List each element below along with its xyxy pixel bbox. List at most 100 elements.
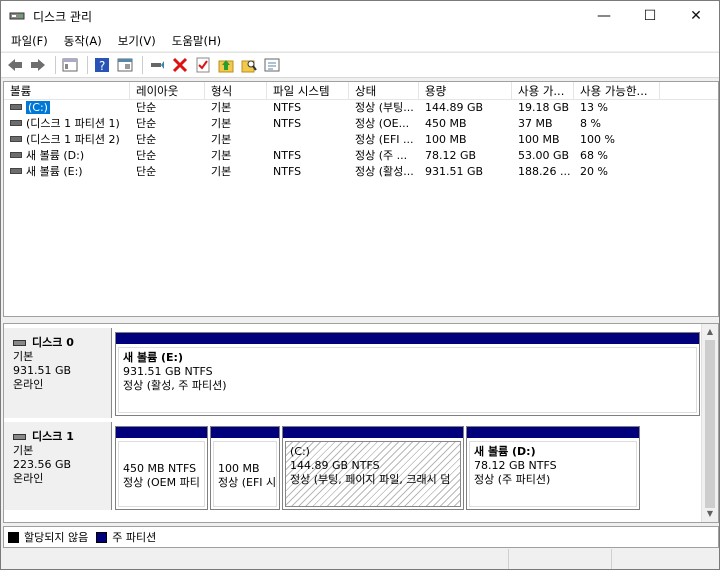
delete-icon[interactable]: [170, 55, 190, 75]
disk-state: 온라인: [13, 472, 44, 485]
free-percent-cell: 100 %: [580, 133, 615, 146]
status-cell: 정상 (활성...: [355, 165, 414, 178]
volume-list-pane: 볼륨 레이아웃 형식 파일 시스템 상태 용량 사용 가... 사용 가능한..…: [3, 81, 719, 317]
volume-name: 새 볼륨 (D:): [26, 149, 85, 162]
type-cell: 기본: [211, 149, 232, 162]
type-cell: 기본: [211, 117, 232, 130]
column-layout[interactable]: 레이아웃: [130, 82, 205, 100]
column-capacity[interactable]: 용량: [419, 82, 512, 100]
layout-cell: 단순: [136, 117, 157, 130]
partition-c[interactable]: (C:) 144.89 GB NTFS 정상 (부팅, 페이지 파일, 크래시 …: [282, 426, 464, 510]
volume-icon: [10, 120, 22, 126]
free-space-cell: 37 MB: [518, 117, 553, 130]
primary-partition-bar: [116, 333, 699, 344]
vertical-scrollbar[interactable]: ▲ ▼: [701, 324, 718, 522]
volume-row-disk1-part1[interactable]: (디스크 1 파티션 1) 단순 기본 NTFS 정상 (OE... 450 M…: [4, 116, 718, 132]
partition-status: 정상 (EFI 시: [218, 476, 277, 489]
layout-cell: 단순: [136, 101, 157, 114]
scroll-up-icon[interactable]: ▲: [702, 324, 718, 340]
maximize-button[interactable]: ☐: [627, 1, 673, 31]
filesystem-cell: NTFS: [273, 165, 302, 178]
partition-info: 새 볼륨 (D:) 78.12 GB NTFS 정상 (주 파티션): [469, 441, 637, 507]
primary-partition-bar: [116, 427, 207, 438]
column-free-space[interactable]: 사용 가...: [512, 82, 574, 100]
scroll-down-icon[interactable]: ▼: [702, 506, 718, 522]
partition-size: 931.51 GB NTFS: [123, 365, 213, 378]
column-volume[interactable]: 볼륨: [4, 82, 130, 100]
capacity-cell: 144.89 GB: [425, 101, 484, 114]
partition-size: 144.89 GB NTFS: [290, 459, 380, 472]
free-percent-cell: 13 %: [580, 101, 608, 114]
toolbar-separator: [87, 56, 88, 74]
column-free-percent[interactable]: 사용 가능한...: [574, 82, 660, 100]
partition-status: 정상 (OEM 파티: [123, 476, 200, 489]
volume-cell: 새 볼륨 (D:): [4, 148, 130, 164]
legend-primary: 주 파티션: [112, 531, 157, 544]
svg-text:?: ?: [99, 59, 105, 73]
menu-action[interactable]: 동작(A): [58, 33, 108, 49]
volume-cell: (디스크 1 파티션 2): [4, 132, 130, 148]
volume-row-c[interactable]: (C:) 단순 기본 NTFS 정상 (부팅... 144.89 GB 19.1…: [4, 100, 718, 116]
volume-cell: (C:): [4, 100, 130, 116]
scroll-thumb[interactable]: [705, 340, 715, 508]
menu-file[interactable]: 파일(F): [5, 33, 54, 49]
properties-icon[interactable]: [60, 55, 80, 75]
capacity-cell: 931.51 GB: [425, 165, 484, 178]
free-percent-cell: 8 %: [580, 117, 601, 130]
volume-row-disk1-part2[interactable]: (디스크 1 파티션 2) 단순 기본 정상 (EFI ... 100 MB 1…: [4, 132, 718, 148]
disk-icon: [13, 434, 26, 440]
forward-icon[interactable]: [28, 55, 48, 75]
toolbar-separator: [142, 56, 143, 74]
disk-0-label[interactable]: 디스크 0 기본 931.51 GB 온라인: [4, 328, 112, 418]
filesystem-cell: NTFS: [273, 101, 302, 114]
menu-help[interactable]: 도움말(H): [166, 33, 227, 49]
legend-bar: 할당되지 않음 주 파티션: [3, 526, 719, 548]
primary-partition-bar: [211, 427, 279, 438]
volume-row-e[interactable]: 새 볼륨 (E:) 단순 기본 NTFS 정상 (활성... 931.51 GB…: [4, 164, 718, 180]
layout-cell: 단순: [136, 149, 157, 162]
partition-title: 새 볼륨 (D:): [474, 445, 536, 458]
menu-view[interactable]: 보기(V): [112, 33, 162, 49]
disk-1-label[interactable]: 디스크 1 기본 223.56 GB 온라인: [4, 422, 112, 510]
disk-kind: 기본: [13, 350, 34, 363]
volume-icon: [10, 104, 22, 110]
column-status[interactable]: 상태: [349, 82, 419, 100]
title-bar: 디스크 관리 — ☐ ✕: [1, 1, 719, 31]
partition-e[interactable]: 새 볼륨 (E:) 931.51 GB NTFS 정상 (활성, 주 파티션): [115, 332, 700, 416]
column-filesystem[interactable]: 파일 시스템: [267, 82, 349, 100]
partition-status: 정상 (부팅, 페이지 파일, 크래시 덤: [290, 473, 451, 486]
partition-info: 새 볼륨 (E:) 931.51 GB NTFS 정상 (활성, 주 파티션): [118, 347, 697, 413]
status-pane: [612, 549, 717, 569]
column-type[interactable]: 형식: [205, 82, 267, 100]
close-button[interactable]: ✕: [673, 1, 719, 31]
help-icon[interactable]: ?: [92, 55, 112, 75]
disk-management-app-icon: [9, 9, 25, 23]
free-percent-cell: 68 %: [580, 149, 608, 162]
partition-info-selected: (C:) 144.89 GB NTFS 정상 (부팅, 페이지 파일, 크래시 …: [285, 441, 461, 507]
search-folder-icon[interactable]: [239, 55, 259, 75]
window-title: 디스크 관리: [33, 9, 93, 24]
connect-icon[interactable]: [147, 55, 167, 75]
partition-d[interactable]: 새 볼륨 (D:) 78.12 GB NTFS 정상 (주 파티션): [466, 426, 640, 510]
partition-info: 100 MB 정상 (EFI 시: [213, 441, 277, 507]
status-cell: 정상 (부팅...: [355, 101, 414, 114]
status-pane: [1, 549, 509, 569]
back-icon[interactable]: [5, 55, 25, 75]
partition-disk1-2[interactable]: 100 MB 정상 (EFI 시: [210, 426, 280, 510]
type-cell: 기본: [211, 133, 232, 146]
check-icon[interactable]: [193, 55, 213, 75]
folder-up-icon[interactable]: [216, 55, 236, 75]
volume-icon: [10, 152, 22, 158]
filesystem-cell: [267, 132, 349, 148]
partition-info: 450 MB NTFS 정상 (OEM 파티: [118, 441, 205, 507]
partition-disk1-1[interactable]: 450 MB NTFS 정상 (OEM 파티: [115, 426, 208, 510]
settings-icon[interactable]: [262, 55, 282, 75]
menu-bar: 파일(F) 동작(A) 보기(V) 도움말(H): [1, 31, 719, 51]
volume-icon: [10, 136, 22, 142]
volume-cell: 새 볼륨 (E:): [4, 164, 130, 180]
volume-row-d[interactable]: 새 볼륨 (D:) 단순 기본 NTFS 정상 (주 ... 78.12 GB …: [4, 148, 718, 164]
disk-management-window: 디스크 관리 — ☐ ✕ 파일(F) 동작(A) 보기(V) 도움말(H) ? …: [0, 0, 720, 570]
partition-size: 450 MB NTFS: [123, 462, 197, 475]
console-icon[interactable]: [115, 55, 135, 75]
minimize-button[interactable]: —: [581, 1, 627, 31]
